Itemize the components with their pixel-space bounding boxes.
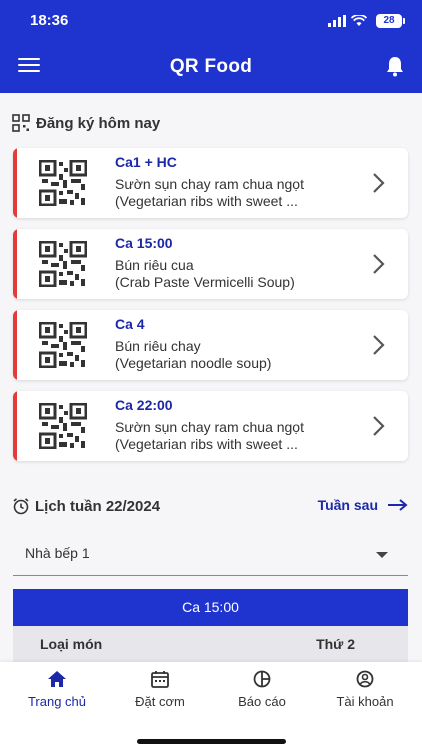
- dish-name-en: (Vegetarian ribs with sweet ...: [115, 193, 298, 209]
- registration-card[interactable]: Ca 22:00 Sườn sụn chay ram chua ngọt (Ve…: [13, 391, 408, 461]
- dropdown-caret-icon: [376, 552, 388, 558]
- registration-card[interactable]: Ca 15:00 Bún riêu cua (Crab Paste Vermic…: [13, 229, 408, 299]
- qr-code-icon: [39, 322, 87, 368]
- page-title: QR Food: [169, 56, 253, 77]
- battery-indicator: 28: [376, 14, 405, 28]
- kitchen-select-value: Nhà bếp 1: [25, 545, 90, 561]
- card-dish: Sườn sụn chay ram chua ngọt (Vegetarian …: [115, 419, 351, 453]
- dish-name-vi: Bún riêu chay: [115, 338, 201, 354]
- card-shift: Ca 4: [115, 316, 145, 332]
- schedule-table-header: Loại món Thứ 2: [13, 626, 408, 662]
- registration-card[interactable]: Ca 4 Bún riêu chay (Vegetarian noodle so…: [13, 310, 408, 380]
- notification-bell-icon[interactable]: [384, 55, 406, 77]
- card-accent-bar: [13, 229, 17, 299]
- chevron-right-icon: [373, 173, 385, 193]
- card-shift: Ca 22:00: [115, 397, 173, 413]
- arrow-right-icon: [388, 499, 408, 511]
- chevron-right-icon: [373, 416, 385, 436]
- nav-account[interactable]: Tài khoản: [315, 670, 415, 709]
- account-icon: [356, 670, 374, 688]
- card-shift: Ca 15:00: [115, 235, 173, 251]
- card-shift: Ca1 + HC: [115, 154, 177, 170]
- registration-card[interactable]: Ca1 + HC Sườn sụn chay ram chua ngọt (Ve…: [13, 148, 408, 218]
- alarm-clock-icon: [13, 498, 29, 515]
- next-week-button[interactable]: Tuần sau: [318, 497, 408, 513]
- chevron-right-icon: [373, 335, 385, 355]
- weekly-schedule-title: Lịch tuần 22/2024: [35, 497, 161, 515]
- status-time: 18:36: [30, 12, 69, 29]
- card-dish: Sườn sụn chay ram chua ngọt (Vegetarian …: [115, 176, 351, 210]
- wifi-icon: [351, 15, 367, 26]
- cellular-signal-icon: [328, 15, 346, 27]
- column-header-dish-type: Loại món: [40, 636, 103, 652]
- calendar-icon: [151, 671, 169, 688]
- app-header: 18:36 28 QR Food: [0, 0, 422, 93]
- nav-report[interactable]: Báo cáo: [212, 670, 312, 709]
- dish-name-en: (Vegetarian noodle soup): [115, 355, 272, 371]
- bottom-navigation: Trang chủ Đặt cơm Báo cáo Tài khoản: [0, 662, 422, 750]
- chevron-right-icon: [373, 254, 385, 274]
- qr-code-icon: [39, 160, 87, 206]
- nav-home[interactable]: Trang chủ: [7, 670, 107, 709]
- home-indicator: [137, 739, 286, 744]
- card-accent-bar: [13, 310, 17, 380]
- qr-code-icon: [39, 403, 87, 449]
- card-dish: Bún riêu chay (Vegetarian noodle soup): [115, 338, 351, 372]
- dish-name-en: (Crab Paste Vermicelli Soup): [115, 274, 295, 290]
- card-dish: Bún riêu cua (Crab Paste Vermicelli Soup…: [115, 257, 351, 291]
- weekly-schedule-header: Lịch tuần 22/2024 Tuần sau: [12, 496, 408, 516]
- report-icon: [253, 670, 271, 688]
- dish-name-vi: Bún riêu cua: [115, 257, 194, 273]
- kitchen-select[interactable]: Nhà bếp 1: [13, 536, 408, 576]
- nav-order-meal[interactable]: Đặt cơm: [110, 670, 210, 709]
- today-section-title: Đăng ký hôm nay: [12, 113, 160, 133]
- qr-code-icon: [39, 241, 87, 287]
- shift-tab[interactable]: Ca 15:00: [13, 589, 408, 626]
- card-accent-bar: [13, 391, 17, 461]
- qr-code-icon: [12, 114, 30, 132]
- dish-name-vi: Sườn sụn chay ram chua ngọt: [115, 419, 304, 435]
- home-icon: [48, 671, 66, 687]
- dish-name-vi: Sườn sụn chay ram chua ngọt: [115, 176, 304, 192]
- column-header-monday: Thứ 2: [316, 636, 355, 652]
- status-bar: 18:36 28: [0, 12, 422, 32]
- card-accent-bar: [13, 148, 17, 218]
- dish-name-en: (Vegetarian ribs with sweet ...: [115, 436, 298, 452]
